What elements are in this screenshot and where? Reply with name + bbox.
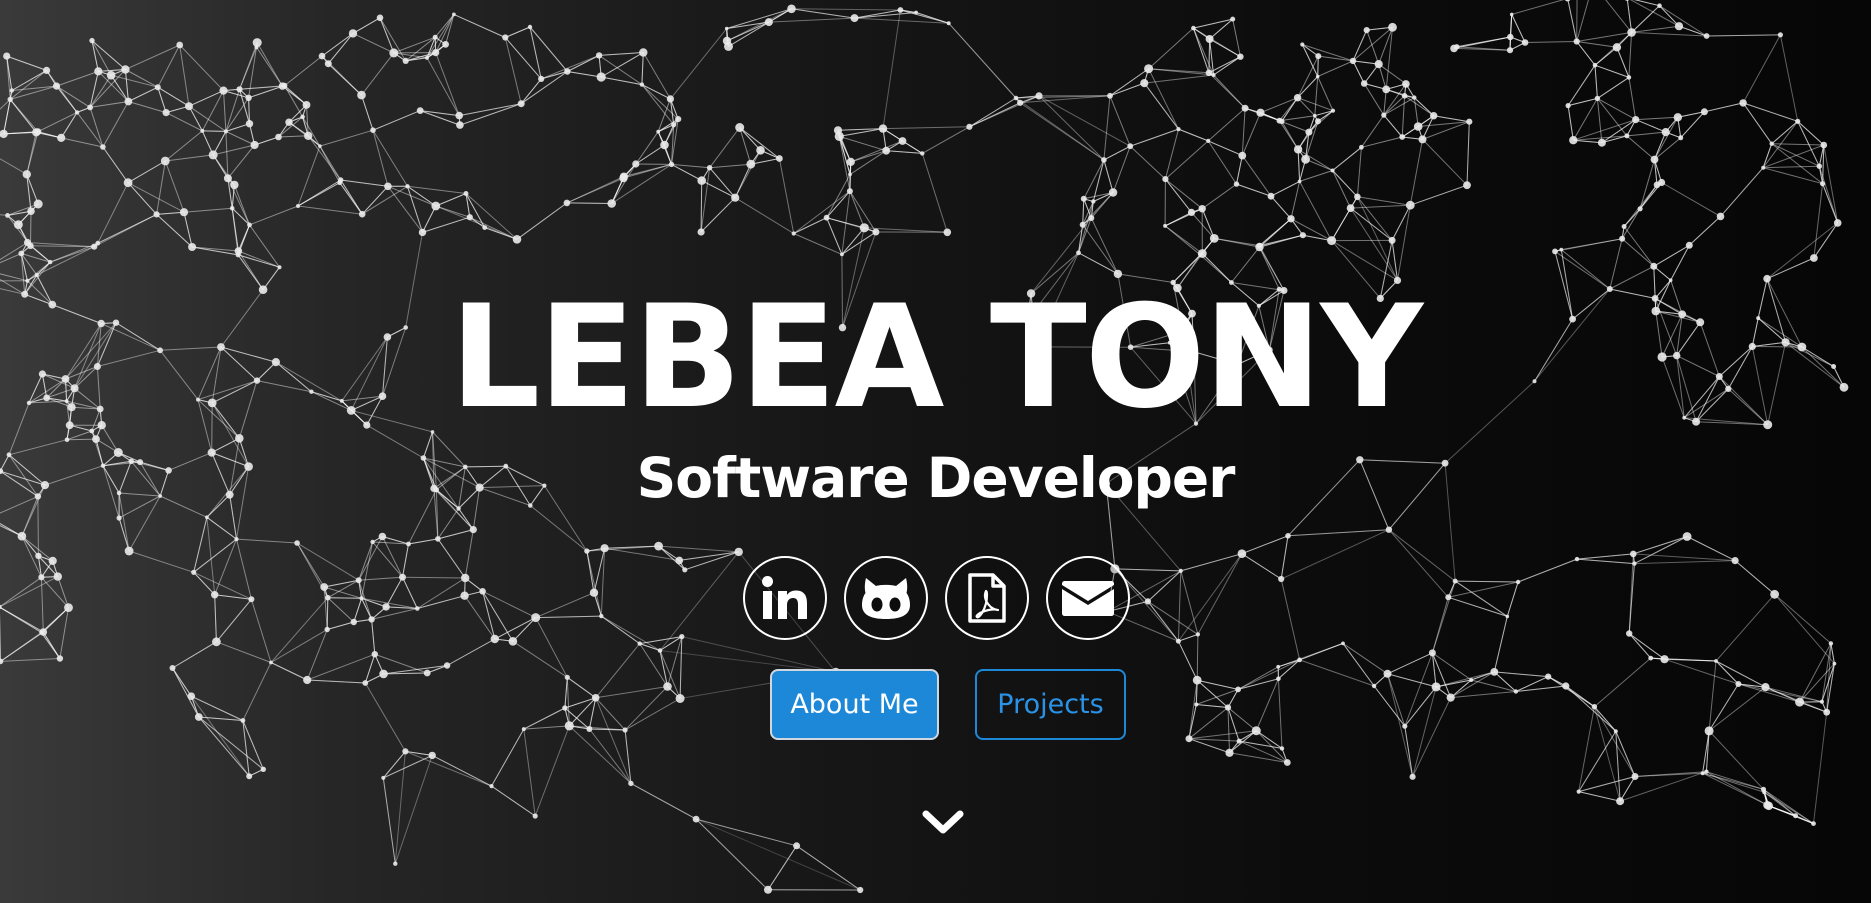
about-me-button[interactable]: About Me: [770, 669, 939, 740]
projects-button[interactable]: Projects: [975, 669, 1126, 740]
linkedin-button[interactable]: [743, 556, 827, 640]
pdf-icon: [968, 573, 1006, 623]
github-button[interactable]: [844, 556, 928, 640]
resume-pdf-button[interactable]: [945, 556, 1029, 640]
hero-role: Software Developer: [636, 446, 1236, 510]
hero-actions: About Me Projects: [770, 669, 1126, 740]
hero-section: LEBEA TONY Software Developer About Me P…: [0, 0, 1871, 903]
scroll-down-button[interactable]: [921, 806, 965, 840]
social-links: [743, 556, 1130, 640]
email-button[interactable]: [1046, 556, 1130, 640]
email-icon: [1062, 581, 1114, 616]
hero-content: LEBEA TONY Software Developer About Me P…: [0, 0, 1871, 903]
github-icon: [862, 578, 910, 619]
hero-name: LEBEA TONY: [449, 275, 1423, 440]
linkedin-icon: [762, 576, 807, 619]
chevron-down-icon: [922, 810, 964, 834]
